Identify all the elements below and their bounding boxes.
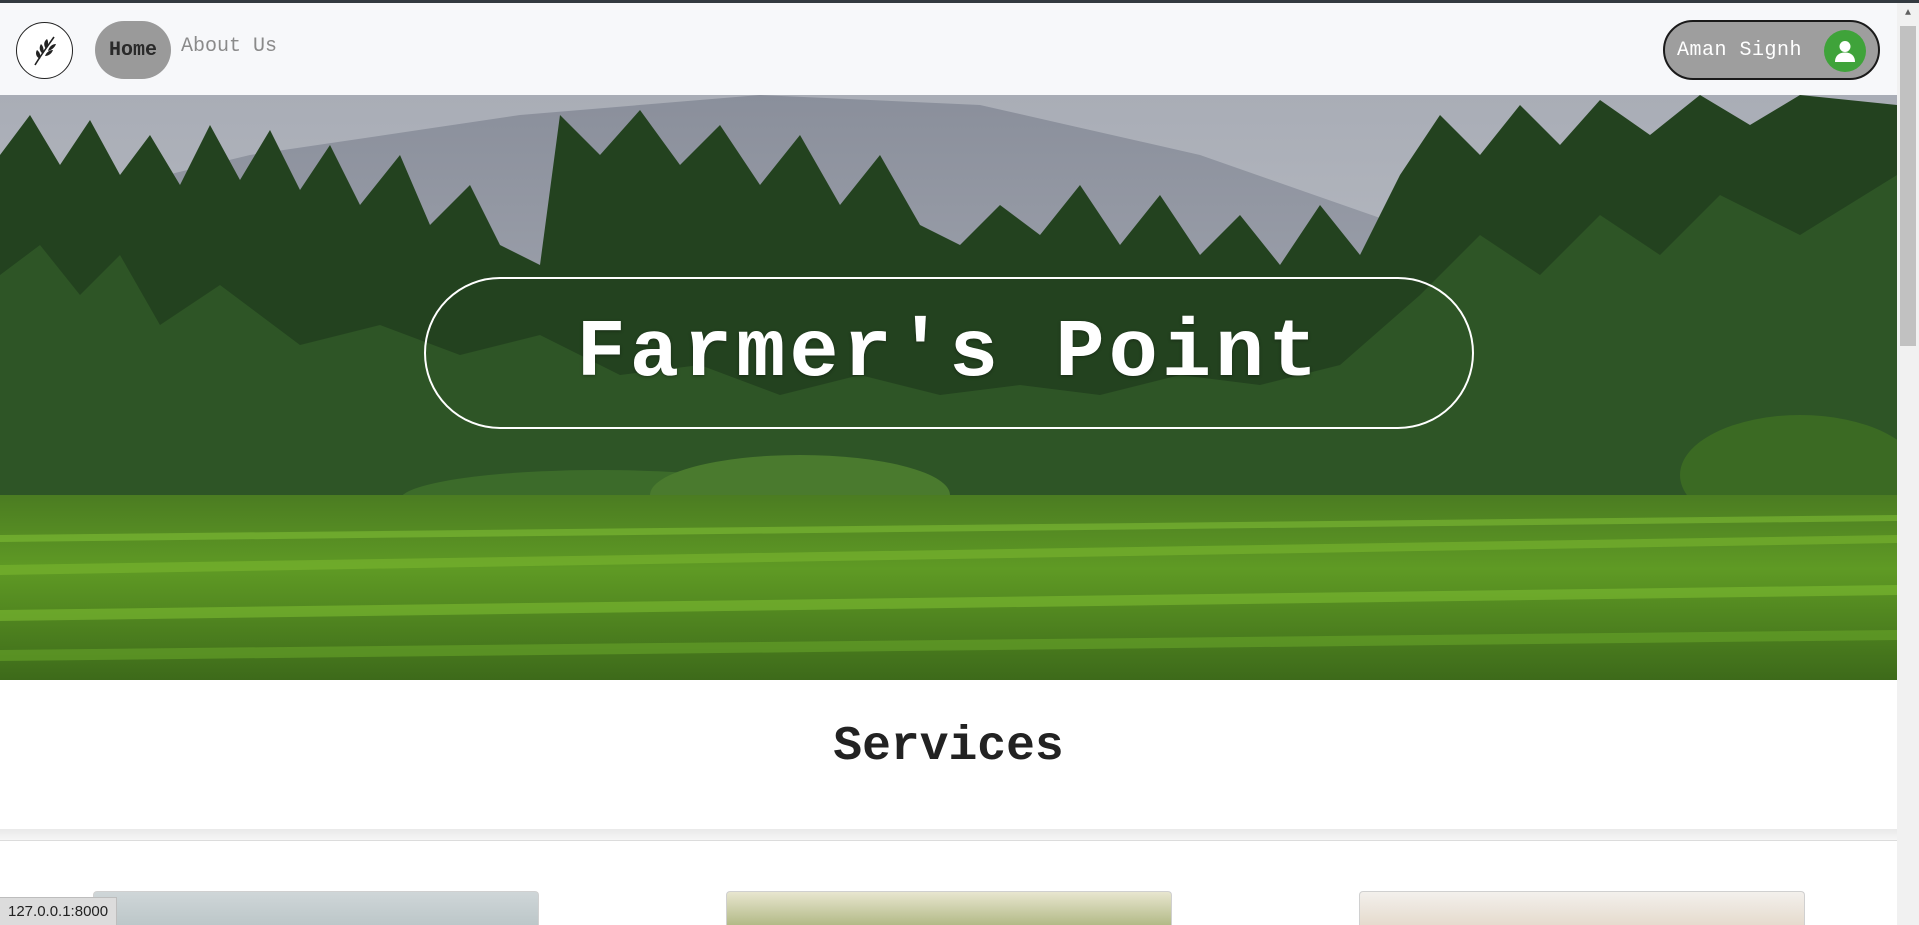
page: Home About Us Aman Signh Farmer's Point … bbox=[0, 0, 1919, 925]
services-divider bbox=[0, 829, 1897, 841]
wheat-leaf-icon bbox=[33, 36, 56, 65]
user-name-label: Aman Signh bbox=[1677, 38, 1803, 62]
hero-banner: Farmer's Point bbox=[0, 95, 1897, 680]
service-card-2[interactable] bbox=[726, 891, 1172, 925]
logo-button[interactable] bbox=[16, 22, 73, 79]
navbar: Home About Us Aman Signh bbox=[0, 3, 1897, 95]
hero-title: Farmer's Point bbox=[576, 306, 1322, 400]
nav-about-link[interactable]: About Us bbox=[181, 35, 277, 58]
scrollbar-thumb[interactable] bbox=[1900, 26, 1916, 346]
scroll-up-arrow-icon[interactable]: ▲ bbox=[1897, 3, 1919, 23]
link-status-bar: 127.0.0.1:8000 bbox=[0, 897, 118, 925]
nav-home-link[interactable]: Home bbox=[95, 21, 171, 79]
user-avatar-icon bbox=[1824, 30, 1866, 72]
vertical-scrollbar[interactable]: ▲ bbox=[1897, 3, 1919, 925]
service-card-1[interactable] bbox=[93, 891, 539, 925]
hero-title-frame: Farmer's Point bbox=[424, 277, 1474, 429]
services-heading: Services bbox=[833, 720, 1064, 774]
user-profile-button[interactable]: Aman Signh bbox=[1663, 20, 1880, 80]
service-card-3[interactable] bbox=[1359, 891, 1805, 925]
